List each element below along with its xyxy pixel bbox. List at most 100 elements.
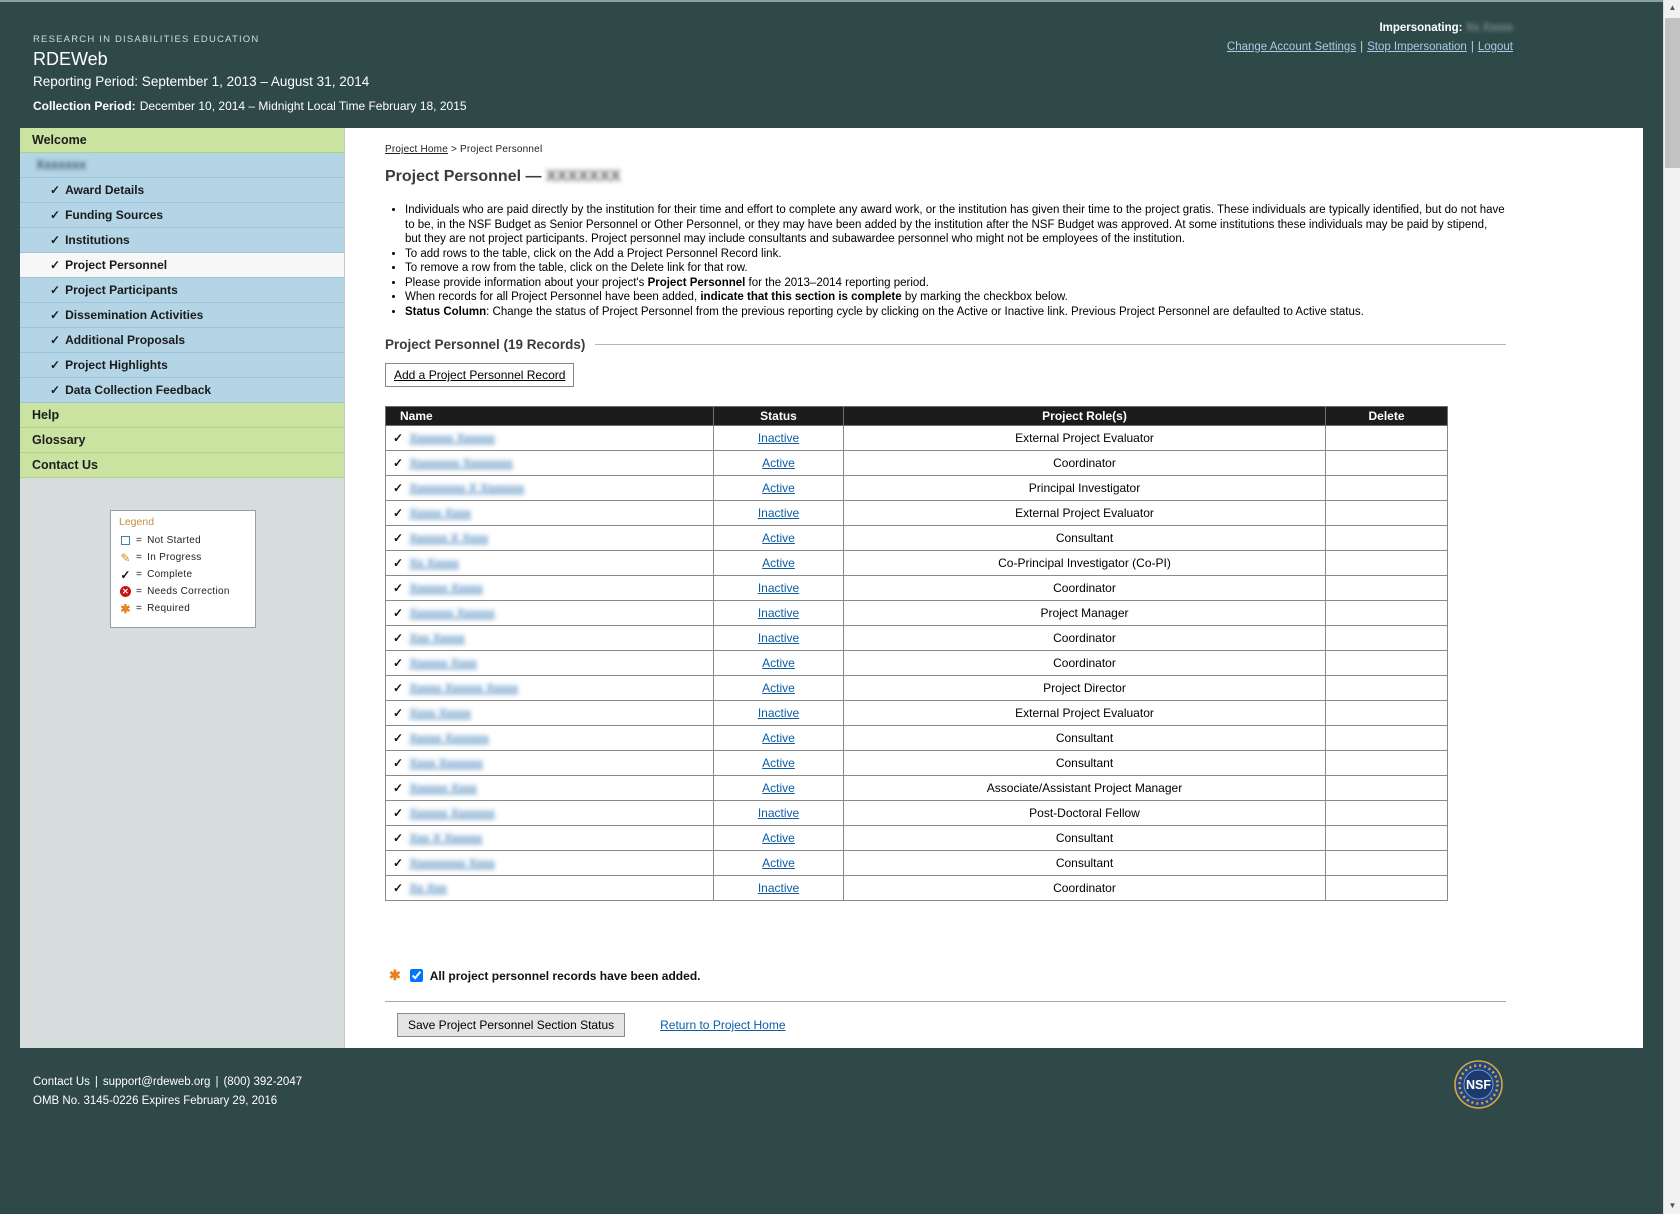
personnel-status-link[interactable]: Active (762, 456, 795, 470)
personnel-status-link[interactable]: Active (762, 781, 795, 795)
personnel-status-link[interactable]: Active (762, 856, 795, 870)
personnel-name-link-redacted[interactable]: Xxxxxxx Xxxxxx (409, 606, 494, 620)
sidebar-item-label: Funding Sources (65, 203, 163, 228)
sidebar-item-institutions[interactable]: ✓ Institutions (20, 228, 344, 253)
footer-contact-us-link[interactable]: Contact Us (33, 1076, 90, 1088)
complete-check-icon: ✓ (393, 731, 403, 745)
sidebar-item-award-details[interactable]: ✓ Award Details (20, 178, 344, 203)
personnel-name-link-redacted[interactable]: Xxx X Xxxxxx (409, 831, 482, 845)
legend-title: Legend (119, 516, 247, 528)
personnel-name-link-redacted[interactable]: Xxxxx Xxxxxxx (409, 731, 488, 745)
personnel-delete-cell (1326, 451, 1448, 476)
not-started-icon (121, 536, 130, 545)
legend-equals: = (136, 569, 142, 580)
sidebar-item-additional-proposals[interactable]: ✓ Additional Proposals (20, 328, 344, 353)
section-complete-checkbox[interactable] (410, 969, 423, 982)
column-header-delete: Delete (1326, 407, 1448, 426)
sidebar-item-funding-sources[interactable]: ✓ Funding Sources (20, 203, 344, 228)
breadcrumb-project-home-link[interactable]: Project Home (385, 144, 448, 155)
link-separator: | (1360, 41, 1363, 53)
change-account-settings-link[interactable]: Change Account Settings (1227, 41, 1356, 53)
check-icon: ✓ (50, 328, 60, 353)
complete-check-icon: ✓ (393, 556, 403, 570)
scrollbar-thumb[interactable] (1665, 18, 1680, 168)
table-row: ✓ Xxxxxx Xxxxxxx Inactive Post-Doctoral … (386, 801, 1448, 826)
personnel-status-link[interactable]: Inactive (758, 581, 799, 595)
personnel-name-link-redacted[interactable]: Xxxxxx Xxxx (409, 656, 476, 670)
personnel-status-link[interactable]: Active (762, 681, 795, 695)
personnel-status-link[interactable]: Inactive (758, 631, 799, 645)
check-icon: ✓ (50, 203, 60, 228)
sidebar-item-welcome[interactable]: Welcome (20, 128, 344, 153)
personnel-status-link[interactable]: Inactive (758, 881, 799, 895)
personnel-delete-cell (1326, 801, 1448, 826)
instruction-item: Status Column: Change the status of Proj… (405, 305, 1506, 320)
footer-email-link[interactable]: support@rdeweb.org (103, 1076, 211, 1088)
personnel-status-link[interactable]: Inactive (758, 706, 799, 720)
scroll-up-arrow-icon[interactable] (1664, 0, 1680, 16)
personnel-delete-cell (1326, 851, 1448, 876)
in-progress-icon: ✎ (119, 551, 132, 565)
personnel-name-link-redacted[interactable]: Xxxxxxxx Xxxxxxxx (409, 456, 512, 470)
sidebar-item-glossary[interactable]: Glossary (20, 428, 344, 453)
scrollbar[interactable] (1663, 0, 1680, 1214)
personnel-name-link-redacted[interactable]: Xxxx Xxxxxxx (409, 756, 482, 770)
sidebar-item-project-highlights[interactable]: ✓ Project Highlights (20, 353, 344, 378)
sidebar-item-label: Project Participants (65, 278, 178, 303)
personnel-name-link-redacted[interactable]: Xxxxxxx Xxxxxx (409, 431, 494, 445)
personnel-role: Consultant (844, 851, 1326, 876)
column-header-name: Name (386, 407, 714, 426)
personnel-status-link[interactable]: Inactive (758, 506, 799, 520)
personnel-name-link-redacted[interactable]: Xx Xxx (409, 881, 446, 895)
legend-label: In Progress (147, 552, 201, 563)
table-row: ✓ Xxxxxx Xxxx Active Coordinator (386, 651, 1448, 676)
sidebar-item-project-participants[interactable]: ✓ Project Participants (20, 278, 344, 303)
stop-impersonation-link[interactable]: Stop Impersonation (1367, 41, 1467, 53)
sidebar-item-label: Project Highlights (65, 353, 168, 378)
personnel-name-link-redacted[interactable]: Xxxx Xxxxx (409, 706, 470, 720)
sidebar-item-contact-us[interactable]: Contact Us (20, 453, 344, 478)
personnel-name-link-redacted[interactable]: Xx Xxxxx (409, 556, 458, 570)
personnel-status-link[interactable]: Inactive (758, 606, 799, 620)
personnel-name-link-redacted[interactable]: Xxxxxxxxx X Xxxxxxx (409, 481, 524, 495)
personnel-status-link[interactable]: Active (762, 481, 795, 495)
sidebar-item-dissemination-activities[interactable]: ✓ Dissemination Activities (20, 303, 344, 328)
instruction-item: To add rows to the table, click on the A… (405, 247, 1506, 262)
save-section-status-button[interactable]: Save Project Personnel Section Status (397, 1013, 625, 1037)
personnel-name-link-redacted[interactable]: Xxxxxxxxx Xxxx (409, 856, 494, 870)
personnel-status-link[interactable]: Active (762, 556, 795, 570)
add-personnel-record-button[interactable]: Add a Project Personnel Record (385, 363, 574, 387)
logout-link[interactable]: Logout (1478, 41, 1513, 53)
app-title: RDEWeb (33, 49, 467, 70)
personnel-status-link[interactable]: Active (762, 731, 795, 745)
personnel-name-link-redacted[interactable]: Xxxxxx Xxxx (409, 781, 476, 795)
section-complete-label: All project personnel records have been … (430, 969, 701, 983)
sidebar-item-project-personnel[interactable]: ✓ Project Personnel (20, 253, 344, 278)
personnel-role: Coordinator (844, 576, 1326, 601)
personnel-status-link[interactable]: Inactive (758, 806, 799, 820)
personnel-name-link-redacted[interactable]: Xxx Xxxxx (409, 631, 464, 645)
personnel-status-link[interactable]: Inactive (758, 431, 799, 445)
personnel-status-link[interactable]: Active (762, 531, 795, 545)
personnel-status-link[interactable]: Active (762, 831, 795, 845)
personnel-name-link-redacted[interactable]: Xxxxxx Xxxxx (409, 581, 482, 595)
sidebar-award-number[interactable]: Xxxxxxx (20, 153, 344, 178)
personnel-name-link-redacted[interactable]: Xxxxx Xxxx (409, 506, 470, 520)
sidebar-item-help[interactable]: Help (20, 403, 344, 428)
personnel-status-link[interactable]: Active (762, 656, 795, 670)
personnel-delete-cell (1326, 526, 1448, 551)
complete-check-icon: ✓ (393, 681, 403, 695)
sidebar-item-data-collection-feedback[interactable]: ✓ Data Collection Feedback (20, 378, 344, 403)
legend-item: ✓ = Complete (119, 566, 247, 583)
personnel-name-link-redacted[interactable]: Xxxxx Xxxxxx Xxxxx (409, 681, 518, 695)
check-icon: ✓ (50, 228, 60, 253)
personnel-name-link-redacted[interactable]: Xxxxxx Xxxxxxx (409, 806, 494, 820)
legend-entries: = Not Started ✎ = In Progress ✓ = Comple… (119, 532, 247, 617)
personnel-name-link-redacted[interactable]: Xxxxxx X Xxxx (409, 531, 488, 545)
personnel-status-link[interactable]: Active (762, 756, 795, 770)
personnel-role: Coordinator (844, 651, 1326, 676)
required-icon: ✱ (389, 967, 401, 984)
footer-separator: | (95, 1076, 98, 1088)
return-to-project-home-link[interactable]: Return to Project Home (660, 1018, 785, 1032)
scroll-down-arrow-icon[interactable] (1664, 1198, 1680, 1214)
